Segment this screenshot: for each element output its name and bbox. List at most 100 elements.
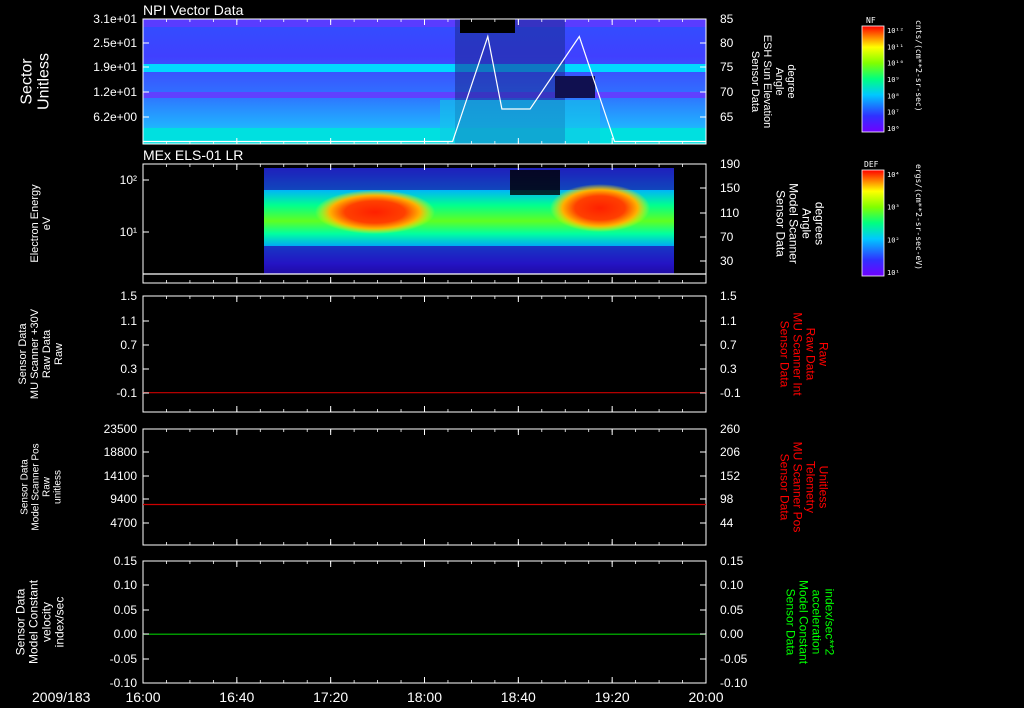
npi-heatmap-band-mid	[143, 64, 706, 72]
colorbar-tick-label: 10¹²	[887, 27, 904, 35]
y-left-tick-label: 0.15	[114, 554, 138, 568]
y-left-tick-label: 2.5e+01	[93, 36, 137, 50]
mu-pos-panel	[142, 428, 707, 546]
y-left-tick-label: 10¹	[120, 225, 137, 239]
y-left-axis-label: Model Scanner Pos	[31, 443, 42, 530]
y-left-tick-label: 0.7	[120, 338, 137, 352]
mu-int-frame	[142, 295, 707, 413]
y-left-tick-label: 6.2e+00	[93, 110, 137, 124]
y-left-axis-label: eV	[41, 216, 53, 230]
y-right-axis-label: degrees	[813, 202, 827, 245]
y-right-tick-label: 206	[720, 445, 740, 459]
y-left-tick-label: 1.9e+01	[93, 60, 137, 74]
y-left-axis-label: Sensor Data	[17, 323, 29, 385]
colorbar-tick-label: 10⁸	[887, 92, 900, 100]
y-right-tick-label: 44	[720, 516, 734, 530]
y-left-tick-label: -0.1	[116, 386, 137, 400]
time-tick-label: 16:40	[219, 689, 254, 705]
def-colorbar: DEF ergs/(cm**2-sr-sec-eV) 10⁴ 10³ 10² 10¹	[861, 160, 923, 277]
y-right-tick-label: 0.7	[720, 338, 737, 352]
y-left-axis-label: Sector	[19, 58, 36, 105]
els-heatmap-noise-bottom	[264, 246, 674, 274]
y-right-tick-label: -0.05	[720, 652, 748, 666]
els-dropout	[510, 170, 560, 195]
y-right-axis-label: Model Scanner	[787, 183, 801, 264]
colorbar-tick-label: 10¹¹	[887, 43, 904, 51]
y-right-axis-label: Model Constant	[797, 580, 811, 665]
y-right-tick-label: 80	[720, 36, 734, 50]
y-left-tick-label: 14100	[104, 469, 138, 483]
y-right-tick-label: 98	[720, 492, 734, 506]
y-left-tick-label: -0.05	[110, 652, 138, 666]
model-const-frame	[142, 560, 707, 684]
y-left-axis-label: MU Scanner +30V	[29, 308, 41, 399]
y-right-axis-label: ESH Sun Elevation	[761, 35, 773, 129]
y-left-tick-label: 0.00	[114, 627, 138, 641]
y-right-axis-label: Sensor Data	[778, 321, 792, 388]
npi-heatmap-band-low	[143, 92, 706, 98]
colorbar-tick-label: 10²	[887, 236, 900, 244]
y-left-axis-label: Raw Data	[41, 329, 53, 378]
y-left-tick-label: 1.2e+01	[93, 85, 137, 99]
time-tick-label: 18:00	[407, 689, 442, 705]
colorbar-tick-label: 10⁷	[887, 109, 900, 117]
y-left-tick-label: 1.1	[120, 314, 137, 328]
y-left-tick-label: 18800	[104, 445, 138, 459]
colorbar-tick-label: 10⁶	[887, 125, 900, 133]
y-right-tick-label: 30	[720, 254, 734, 268]
y-left-axis-label: velocity	[40, 602, 54, 642]
y-right-axis-label: Raw	[817, 342, 831, 366]
time-tick-label: 19:20	[595, 689, 630, 705]
y-left-tick-label: 0.3	[120, 362, 137, 376]
y-right-tick-label: 75	[720, 60, 734, 74]
time-tick-label: 16:00	[125, 689, 160, 705]
y-left-axis-label: Model Constant	[27, 579, 41, 664]
y-left-tick-label: -0.10	[110, 676, 138, 690]
y-right-axis-label: degree	[785, 64, 797, 98]
y-right-tick-label: 65	[720, 110, 734, 124]
date-label: 2009/183	[32, 689, 91, 705]
y-right-axis-label: Telemetry	[804, 461, 818, 513]
y-right-axis-label: MU Scanner Int	[791, 312, 805, 396]
colorbar-tick-label: 10⁹	[887, 76, 900, 84]
y-right-tick-label: -0.10	[720, 676, 748, 690]
nf-colorbar-unit: cnts/(cm**2-sr-sec)	[914, 20, 923, 112]
y-right-axis-label: Raw Data	[804, 328, 818, 381]
colorbar-tick-label: 10⁴	[887, 171, 900, 179]
y-right-tick-label: 1.1	[720, 314, 737, 328]
y-left-axis-label: index/sec	[53, 597, 67, 648]
els-title: MEx ELS-01 LR	[143, 147, 243, 163]
y-right-axis-label: Sensor Data	[774, 190, 788, 257]
model-const-panel	[142, 560, 707, 684]
y-right-tick-label: 1.5	[720, 289, 737, 303]
els-hot-region-2	[550, 184, 650, 232]
time-tick-label: 20:00	[688, 689, 723, 705]
def-colorbar-title: DEF	[864, 160, 879, 169]
colorbar-tick-label: 10³	[887, 204, 900, 212]
y-right-axis-label: Sensor Data	[784, 589, 798, 656]
y-right-tick-label: 0.05	[720, 603, 744, 617]
time-tick-label: 18:40	[501, 689, 536, 705]
y-left-axis-label: Sensor Data	[20, 459, 31, 515]
y-right-tick-label: 70	[720, 230, 734, 244]
def-colorbar-ticks: 10⁴ 10³ 10² 10¹	[887, 171, 900, 277]
y-left-axis-label: Electron Energy	[29, 184, 41, 263]
y-right-axis-label: Unitless	[817, 466, 831, 509]
mu-int-panel	[142, 295, 707, 413]
y-right-tick-label: 260	[720, 422, 740, 436]
y-right-tick-label: 150	[720, 181, 740, 195]
nf-colorbar-gradient	[861, 25, 885, 133]
nf-colorbar-title: NF	[866, 16, 876, 25]
mu-pos-frame	[142, 428, 707, 546]
y-right-tick-label: 85	[720, 12, 734, 26]
y-left-tick-label: 9400	[110, 492, 137, 506]
els-hot-region-1	[315, 190, 435, 234]
y-left-axis-label: Raw	[53, 343, 65, 365]
y-right-axis-label: MU Scanner Pos	[791, 442, 805, 533]
y-right-axis-label: acceleration	[810, 590, 824, 655]
y-right-tick-label: 0.10	[720, 578, 744, 592]
y-left-axis-label: unitless	[53, 470, 64, 504]
y-right-tick-label: 152	[720, 469, 740, 483]
y-left-tick-label: 23500	[104, 422, 138, 436]
multi-panel-plot: NPI Vector Data MEx ELS-01 LR 16:00 16:40…	[14, 2, 924, 705]
